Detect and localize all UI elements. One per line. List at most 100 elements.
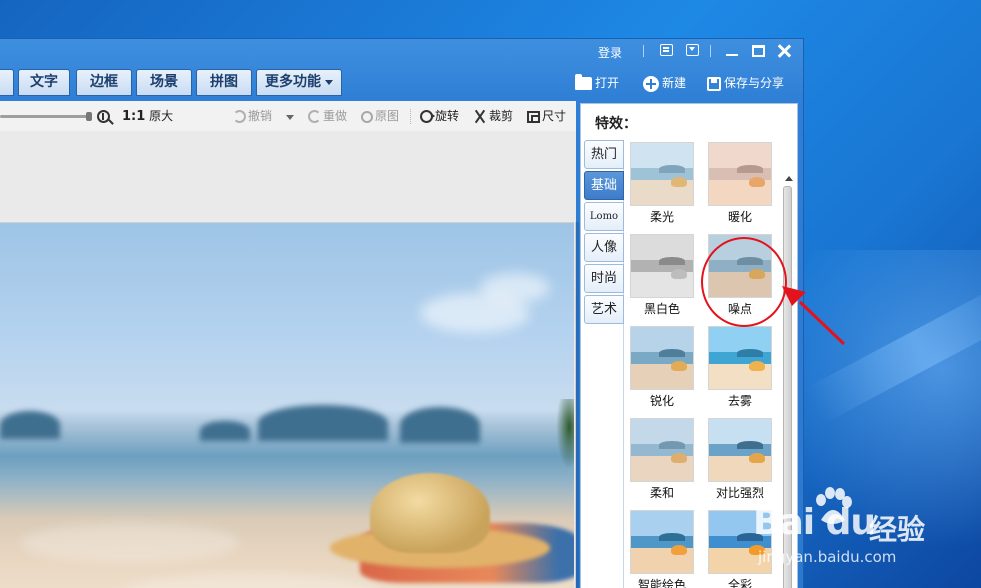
effect-smart-color[interactable]: 智能绘色 <box>629 510 695 588</box>
category-tab-lomo[interactable]: Lomo <box>584 202 624 231</box>
effect-thumbnail <box>630 418 694 482</box>
toolbar-separator <box>410 109 411 124</box>
rotate-button[interactable]: 旋转 <box>420 108 459 124</box>
annotation-circle <box>701 237 787 327</box>
effect-sharpen[interactable]: 锐化 <box>629 326 695 414</box>
edit-toolbar: 1:1 原大 撤销 重做 原图 旋转 裁剪 尺寸 <box>0 101 576 131</box>
tab-collage[interactable]: 拼图 <box>196 69 252 96</box>
titlebar-separator <box>643 45 644 57</box>
scissors-icon <box>474 110 487 123</box>
category-label: 时尚 <box>590 271 617 286</box>
watermark-product-text: 经验 <box>869 513 926 546</box>
undo-button[interactable]: 撤销 <box>233 108 272 124</box>
category-label: 热门 <box>590 147 617 162</box>
original-image-button[interactable]: 原图 <box>361 108 399 124</box>
save-share-button[interactable]: 保存与分享 <box>707 74 784 92</box>
new-button[interactable]: 新建 <box>643 74 686 92</box>
rotate-label: 旋转 <box>435 109 460 123</box>
menu-dropdown-icon[interactable] <box>686 44 699 56</box>
redo-icon <box>308 110 321 123</box>
redo-button[interactable]: 重做 <box>308 108 347 124</box>
effect-black-white[interactable]: 黑白色 <box>629 234 695 322</box>
thumb-hat <box>749 453 765 463</box>
effect-thumbnail <box>630 326 694 390</box>
effect-soft[interactable]: 柔和 <box>629 418 695 506</box>
login-link[interactable]: 登录 <box>598 44 622 61</box>
tab-border[interactable]: 边框 <box>76 69 132 96</box>
tab-label: 更多功能 <box>265 74 321 90</box>
effect-label: 柔光 <box>649 210 674 224</box>
thumb-hat <box>671 453 687 463</box>
thumb-island <box>737 349 763 357</box>
tab-scene[interactable]: 场景 <box>136 69 192 96</box>
effects-panel-title: 特效： <box>595 116 637 132</box>
category-label: Lomo <box>589 211 619 222</box>
thumb-island <box>659 533 685 541</box>
category-label: 人像 <box>590 240 617 255</box>
thumb-island <box>737 441 763 449</box>
title-bar: 登录 <box>0 39 803 65</box>
photo-island <box>400 407 480 443</box>
plus-circle-icon <box>643 75 659 92</box>
effect-label: 去雾 <box>727 394 752 408</box>
thumb-hat <box>671 545 687 555</box>
thumb-hat <box>749 361 765 371</box>
effect-soft-light[interactable]: 柔光 <box>629 142 695 230</box>
effect-label: 全彩 <box>727 578 752 588</box>
undo-dropdown-icon[interactable] <box>286 115 294 120</box>
save-icon <box>707 76 721 91</box>
photo-sand <box>120 573 380 588</box>
zoom-in-icon[interactable] <box>97 110 110 123</box>
photo-sand <box>20 523 240 563</box>
photo-shadow <box>575 222 579 588</box>
effect-thumbnail <box>630 142 694 206</box>
feedback-icon[interactable] <box>660 44 673 56</box>
effect-thumbnail <box>630 510 694 574</box>
effect-label: 暖化 <box>727 210 752 224</box>
effect-warm[interactable]: 暖化 <box>707 142 773 230</box>
size-button[interactable]: 尺寸 <box>527 108 566 124</box>
effect-label: 锐化 <box>649 394 674 408</box>
effect-dehaze[interactable]: 去雾 <box>707 326 773 414</box>
redo-label: 重做 <box>323 109 348 123</box>
photo-cloud <box>480 273 550 303</box>
thumb-hat <box>671 361 687 371</box>
original-image-icon <box>361 110 373 123</box>
original-image-label: 原图 <box>375 109 400 123</box>
editor-area: 1:1 原大 撤销 重做 原图 旋转 裁剪 尺寸 <box>0 101 579 588</box>
tab-label: 边框 <box>90 74 118 90</box>
category-label: 基础 <box>590 178 617 193</box>
tab-text[interactable]: 文字 <box>18 69 70 96</box>
category-tab-fashion[interactable]: 时尚 <box>584 264 624 293</box>
category-tab-basic[interactable]: 基础 <box>584 171 624 200</box>
undo-label: 撤销 <box>248 109 273 123</box>
tab-more-features[interactable]: 更多功能 <box>256 69 342 96</box>
category-tab-art[interactable]: 艺术 <box>584 295 624 324</box>
original-size-button[interactable]: 1:1 原大 <box>122 108 173 125</box>
titlebar-separator <box>710 45 711 57</box>
app-window: 登录 文字 边框 场景 拼图 更多功能 打开 新建 保存与分享 1:1 原大 撤… <box>0 38 804 588</box>
new-label: 新建 <box>662 76 687 90</box>
effect-thumbnail <box>708 418 772 482</box>
close-button[interactable] <box>777 44 791 58</box>
scroll-up-icon[interactable] <box>785 176 793 181</box>
zoom-slider-track[interactable] <box>0 115 90 118</box>
open-button[interactable]: 打开 <box>575 74 619 92</box>
tab-partial[interactable] <box>0 69 14 96</box>
minimize-button[interactable] <box>725 44 739 58</box>
maximize-button[interactable] <box>752 45 765 57</box>
undo-icon <box>233 110 246 123</box>
tab-label: 文字 <box>30 74 58 90</box>
canvas[interactable] <box>0 131 579 588</box>
watermark-url: jingyan.baidu.com <box>758 548 897 566</box>
size-label: 尺寸 <box>542 109 567 123</box>
tab-label: 拼图 <box>210 74 238 90</box>
thumb-hat <box>671 177 687 187</box>
thumb-hat <box>749 177 765 187</box>
category-tab-hot[interactable]: 热门 <box>584 140 624 169</box>
baidu-watermark: Bai du 经验 jingyan.baidu.com <box>753 480 978 570</box>
category-tab-portrait[interactable]: 人像 <box>584 233 624 262</box>
zoom-slider-handle[interactable] <box>86 112 92 121</box>
crop-button[interactable]: 裁剪 <box>474 108 513 124</box>
thumb-island <box>659 165 685 173</box>
